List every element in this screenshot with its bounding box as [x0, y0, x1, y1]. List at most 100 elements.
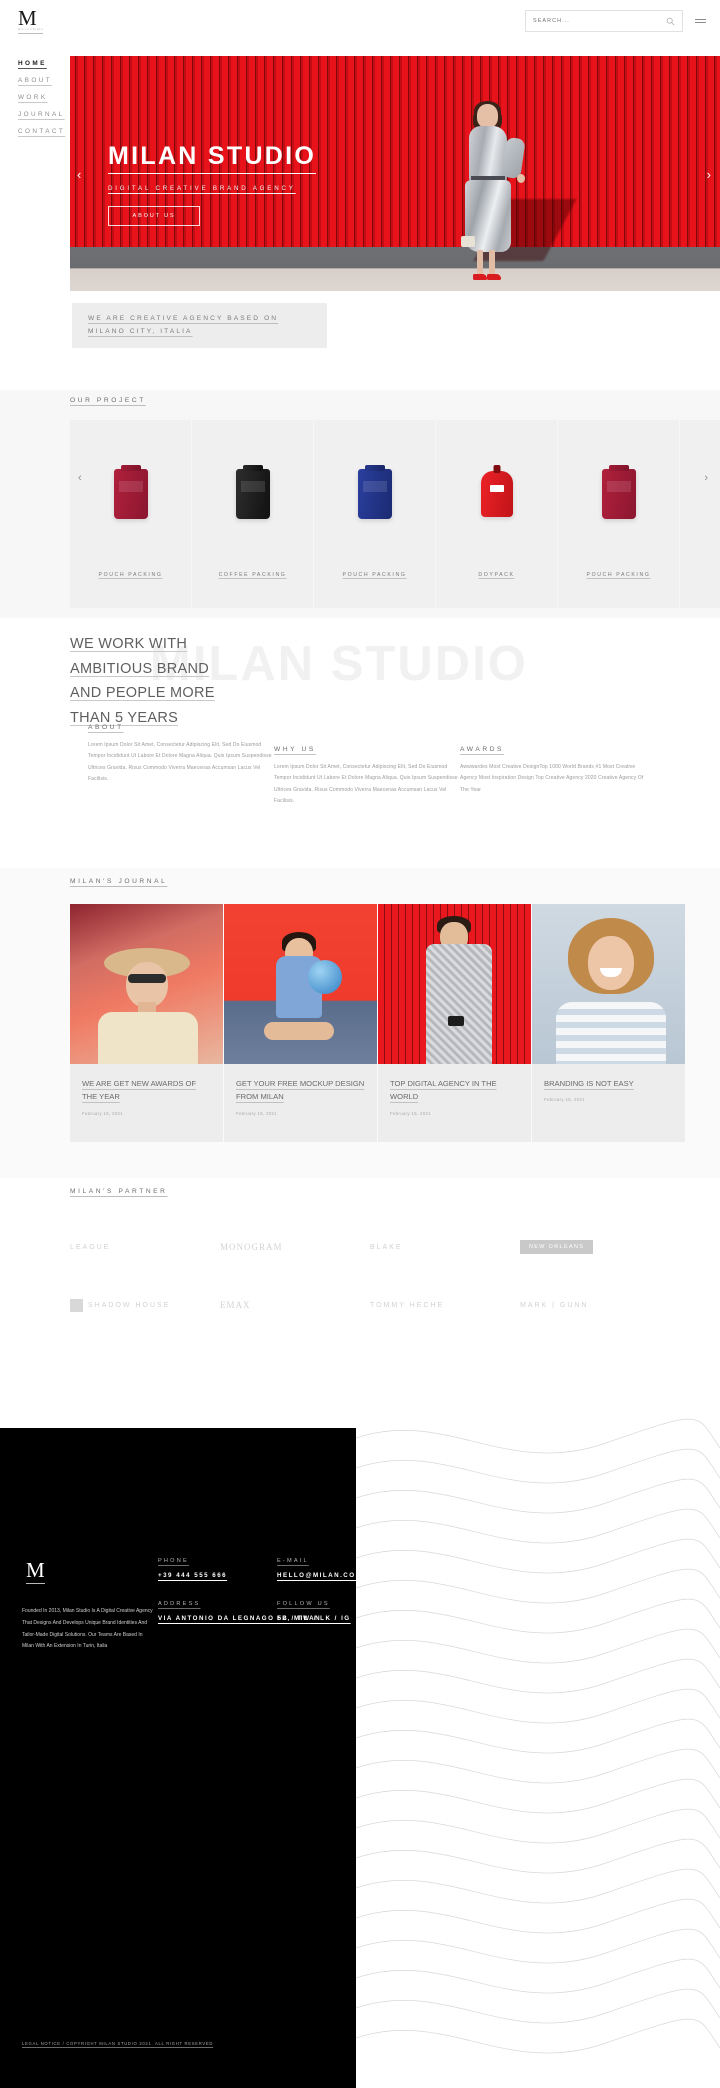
project-label: COFFEE PACKING — [218, 572, 287, 578]
about-headline-line-2: AMBITIOUS BRAND — [70, 660, 210, 677]
partner-label: EMAX — [220, 1300, 251, 1310]
project-card[interactable]: COFFEE PACKING — [192, 420, 313, 608]
about-column-body: Lorem Ipsum Dolor Sit Amet, Consectetur … — [274, 764, 458, 804]
journal-card[interactable]: TOP DIGITAL AGENCY IN THE WORLD February… — [378, 904, 531, 1142]
footer-copyright: LEGAL NOTICE / COPYRIGHT MILAN STUDIO 20… — [22, 2041, 214, 2046]
journal-card[interactable]: BRANDING IS NOT EASY February 15, 2021 — [532, 904, 685, 1142]
nav-item-journal[interactable]: JOURNAL — [18, 111, 65, 118]
footer-follow-label: FOLLOW US — [277, 1600, 330, 1607]
projects-carousel[interactable]: POUCH PACKING COFFEE PACKING POUCH PACKI… — [70, 420, 720, 608]
project-card[interactable]: POUCH PACKING — [558, 420, 679, 608]
about-column-heading: AWARDS — [460, 746, 505, 753]
hamburger-icon[interactable] — [693, 19, 706, 23]
journal-grid: WE ARE GET NEW AWARDS OF THE YEAR Februa… — [70, 904, 720, 1142]
journal-card-title[interactable]: BRANDING IS NOT EASY — [544, 1077, 673, 1090]
partner-label: BLAKE — [370, 1243, 403, 1251]
nav-item-home[interactable]: HOME — [18, 60, 65, 67]
projects-section: OUR PROJECT POUCH PACKING COFFEE PACKING… — [0, 390, 720, 618]
about-column-awards: AWARDS Awwwardes Most Creative DesignTop… — [460, 724, 646, 807]
hero-floor — [70, 247, 720, 291]
project-card[interactable]: POUCH PACKING — [70, 420, 191, 608]
project-card[interactable]: POUCH PACKING — [314, 420, 435, 608]
about-headline-line-3: AND PEOPLE MORE — [70, 685, 215, 702]
partner-logo[interactable]: EMAX — [220, 1276, 370, 1334]
partner-logo[interactable]: NEW ORLEANS — [520, 1218, 670, 1276]
partner-label: SHADOW HOUSE — [88, 1301, 171, 1309]
nav-item-about[interactable]: ABOUT — [18, 77, 65, 84]
partner-label: TOMMY HECHE — [370, 1301, 445, 1309]
journal-card[interactable]: WE ARE GET NEW AWARDS OF THE YEAR Februa… — [70, 904, 223, 1142]
footer-email-label: E-MAIL — [277, 1558, 309, 1564]
project-label: POUCH PACKING — [586, 572, 651, 578]
search-input[interactable] — [533, 18, 666, 24]
square-icon — [70, 1298, 83, 1312]
top-bar: M MILAN STUDIO — [0, 0, 720, 42]
site-footer: M Founded In 2013, Milan Studio Is A Dig… — [0, 1428, 361, 2088]
wave-lines-graphic — [356, 1418, 720, 2054]
project-thumbnail — [558, 420, 679, 568]
partner-label: MARK | GUNN — [520, 1301, 589, 1309]
about-headline: WE WORK WITH AMBITIOUS BRAND AND PEOPLE … — [70, 632, 215, 731]
journal-card[interactable]: GET YOUR FREE MOCKUP DESIGN FROM MILAN F… — [224, 904, 377, 1142]
wave-decoration — [356, 1398, 720, 2088]
about-column-body: Lorem Ipsum Dolor Sit Amet, Consectetur … — [88, 742, 272, 782]
about-column-body: Awwwardes Most Creative DesignTop 1000 W… — [460, 764, 644, 793]
journal-card-body: BRANDING IS NOT EASY February 15, 2021 — [532, 1064, 685, 1142]
about-column-about: ABOUT Lorem Ipsum Dolor Sit Amet, Consec… — [88, 724, 274, 807]
project-thumbnail — [436, 420, 557, 568]
hero-title: MILAN STUDIO — [108, 144, 317, 174]
project-thumbnail — [314, 420, 435, 568]
about-column-why-us: WHY US Lorem Ipsum Dolor Sit Amet, Conse… — [274, 724, 460, 807]
partner-logo[interactable]: LEAGUE — [70, 1218, 220, 1276]
partner-logo[interactable]: MARK | GUNN — [520, 1276, 670, 1334]
projects-next-icon[interactable]: › — [704, 472, 708, 484]
footer-social-column: E-MAIL HELLO@MILAN.COM FOLLOW US FB / TW… — [277, 1558, 362, 1625]
journal-thumbnail — [378, 904, 531, 1064]
journal-card-date: February 15, 2021 — [82, 1110, 124, 1116]
search-box[interactable] — [525, 10, 683, 32]
journal-card-title[interactable]: WE ARE GET NEW AWARDS OF THE YEAR — [82, 1077, 211, 1104]
logo-subtext: MILAN STUDIO — [18, 27, 44, 31]
projects-heading: OUR PROJECT — [70, 397, 146, 404]
hero-subtitle: DIGITAL CREATIVE BRAND AGENCY — [108, 185, 296, 192]
journal-heading: MILAN'S JOURNAL — [70, 878, 168, 885]
journal-card-date: February 15, 2021 — [236, 1110, 278, 1116]
partner-logo[interactable]: TOMMY HECHE — [370, 1276, 520, 1334]
hero-copy: MILAN STUDIO DIGITAL CREATIVE BRAND AGEN… — [108, 144, 317, 226]
footer-logo[interactable]: M — [26, 1560, 45, 1584]
partner-logo[interactable]: BLAKE — [370, 1218, 520, 1276]
about-columns: ABOUT Lorem Ipsum Dolor Sit Amet, Consec… — [88, 724, 648, 807]
nav-item-work[interactable]: WORK — [18, 94, 65, 101]
nav-item-contact[interactable]: CONTACT — [18, 128, 65, 135]
journal-card-body: TOP DIGITAL AGENCY IN THE WORLD February… — [378, 1064, 531, 1142]
footer-follow-value[interactable]: FB / TW / LK / IG — [277, 1614, 362, 1625]
hero-prev-icon[interactable]: ‹ — [77, 168, 81, 181]
project-thumbnail — [192, 420, 313, 568]
journal-thumbnail — [532, 904, 685, 1064]
footer-email-value[interactable]: HELLO@MILAN.COM — [277, 1571, 362, 1582]
tagline-text: WE ARE CREATIVE AGENCY BASED ON MILANO C… — [88, 313, 278, 337]
project-card[interactable]: DOYPACK — [436, 420, 557, 608]
journal-card-title[interactable]: TOP DIGITAL AGENCY IN THE WORLD — [390, 1077, 519, 1104]
tagline-line-2: MILANO CITY, ITALIA — [88, 327, 193, 335]
partner-label: MONOGRAM — [220, 1242, 283, 1252]
journal-card-title[interactable]: GET YOUR FREE MOCKUP DESIGN FROM MILAN — [236, 1077, 365, 1104]
project-thumbnail — [680, 420, 720, 568]
hero-next-icon[interactable]: › — [707, 168, 711, 181]
project-label: POUCH PACKING — [342, 572, 407, 578]
partner-label: LEAGUE — [70, 1243, 111, 1251]
journal-thumbnail — [224, 904, 377, 1064]
partners-heading: MILAN'S PARTNER — [70, 1188, 168, 1195]
about-column-heading: WHY US — [274, 746, 316, 753]
journal-card-date: February 15, 2021 — [544, 1097, 586, 1103]
site-logo[interactable]: M MILAN STUDIO — [18, 7, 44, 35]
hero-model-photo — [455, 101, 527, 291]
partner-logo[interactable]: SHADOW HOUSE — [70, 1276, 220, 1334]
journal-card-body: WE ARE GET NEW AWARDS OF THE YEAR Februa… — [70, 1064, 223, 1142]
partners-section: MILAN'S PARTNER LEAGUE MONOGRAM BLAKE NE… — [0, 1178, 720, 1398]
partner-logo[interactable]: MONOGRAM — [220, 1218, 370, 1276]
search-icon[interactable] — [666, 17, 675, 26]
projects-prev-icon[interactable]: ‹ — [78, 472, 82, 484]
hero-about-us-button[interactable]: ABOUT US — [108, 206, 200, 226]
project-card[interactable] — [680, 420, 720, 608]
